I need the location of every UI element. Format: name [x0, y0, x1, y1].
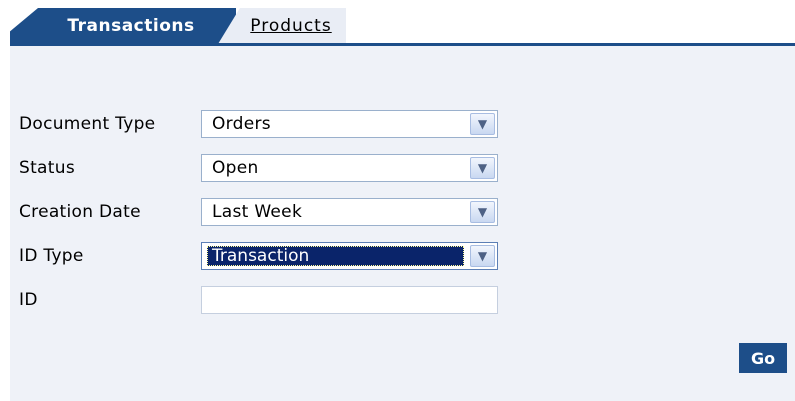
- id-type-label: ID Type: [19, 246, 84, 266]
- document-type-select[interactable]: Orders ▼: [201, 110, 498, 138]
- chevron-down-icon[interactable]: ▼: [470, 113, 495, 135]
- creation-date-label: Creation Date: [19, 202, 141, 222]
- status-label: Status: [19, 158, 75, 178]
- tab-bar: Transactions Products: [0, 0, 795, 46]
- document-type-label: Document Type: [19, 114, 156, 134]
- document-type-value: Orders: [212, 114, 271, 134]
- document-type-row: Document Type Orders ▼: [19, 108, 498, 140]
- tab-transactions-label: Transactions: [67, 16, 195, 36]
- chevron-down-icon[interactable]: ▼: [470, 157, 495, 179]
- tab-products[interactable]: Products: [218, 8, 346, 44]
- creation-date-select[interactable]: Last Week ▼: [201, 198, 498, 226]
- chevron-down-icon[interactable]: ▼: [470, 245, 495, 267]
- id-type-select[interactable]: Transaction ▼: [201, 242, 498, 270]
- status-select[interactable]: Open ▼: [201, 154, 498, 182]
- id-label: ID: [19, 290, 38, 310]
- go-button[interactable]: Go: [739, 343, 787, 373]
- id-type-row: ID Type Transaction ▼: [19, 240, 498, 272]
- id-row: ID: [19, 284, 498, 316]
- tab-transactions[interactable]: Transactions: [10, 8, 236, 44]
- id-type-value: Transaction: [207, 246, 464, 266]
- tab-products-label: Products: [250, 16, 332, 36]
- creation-date-value: Last Week: [212, 202, 303, 222]
- chevron-down-icon[interactable]: ▼: [470, 201, 495, 223]
- status-row: Status Open ▼: [19, 152, 498, 184]
- status-value: Open: [212, 158, 259, 178]
- id-input[interactable]: [201, 286, 498, 314]
- creation-date-row: Creation Date Last Week ▼: [19, 196, 498, 228]
